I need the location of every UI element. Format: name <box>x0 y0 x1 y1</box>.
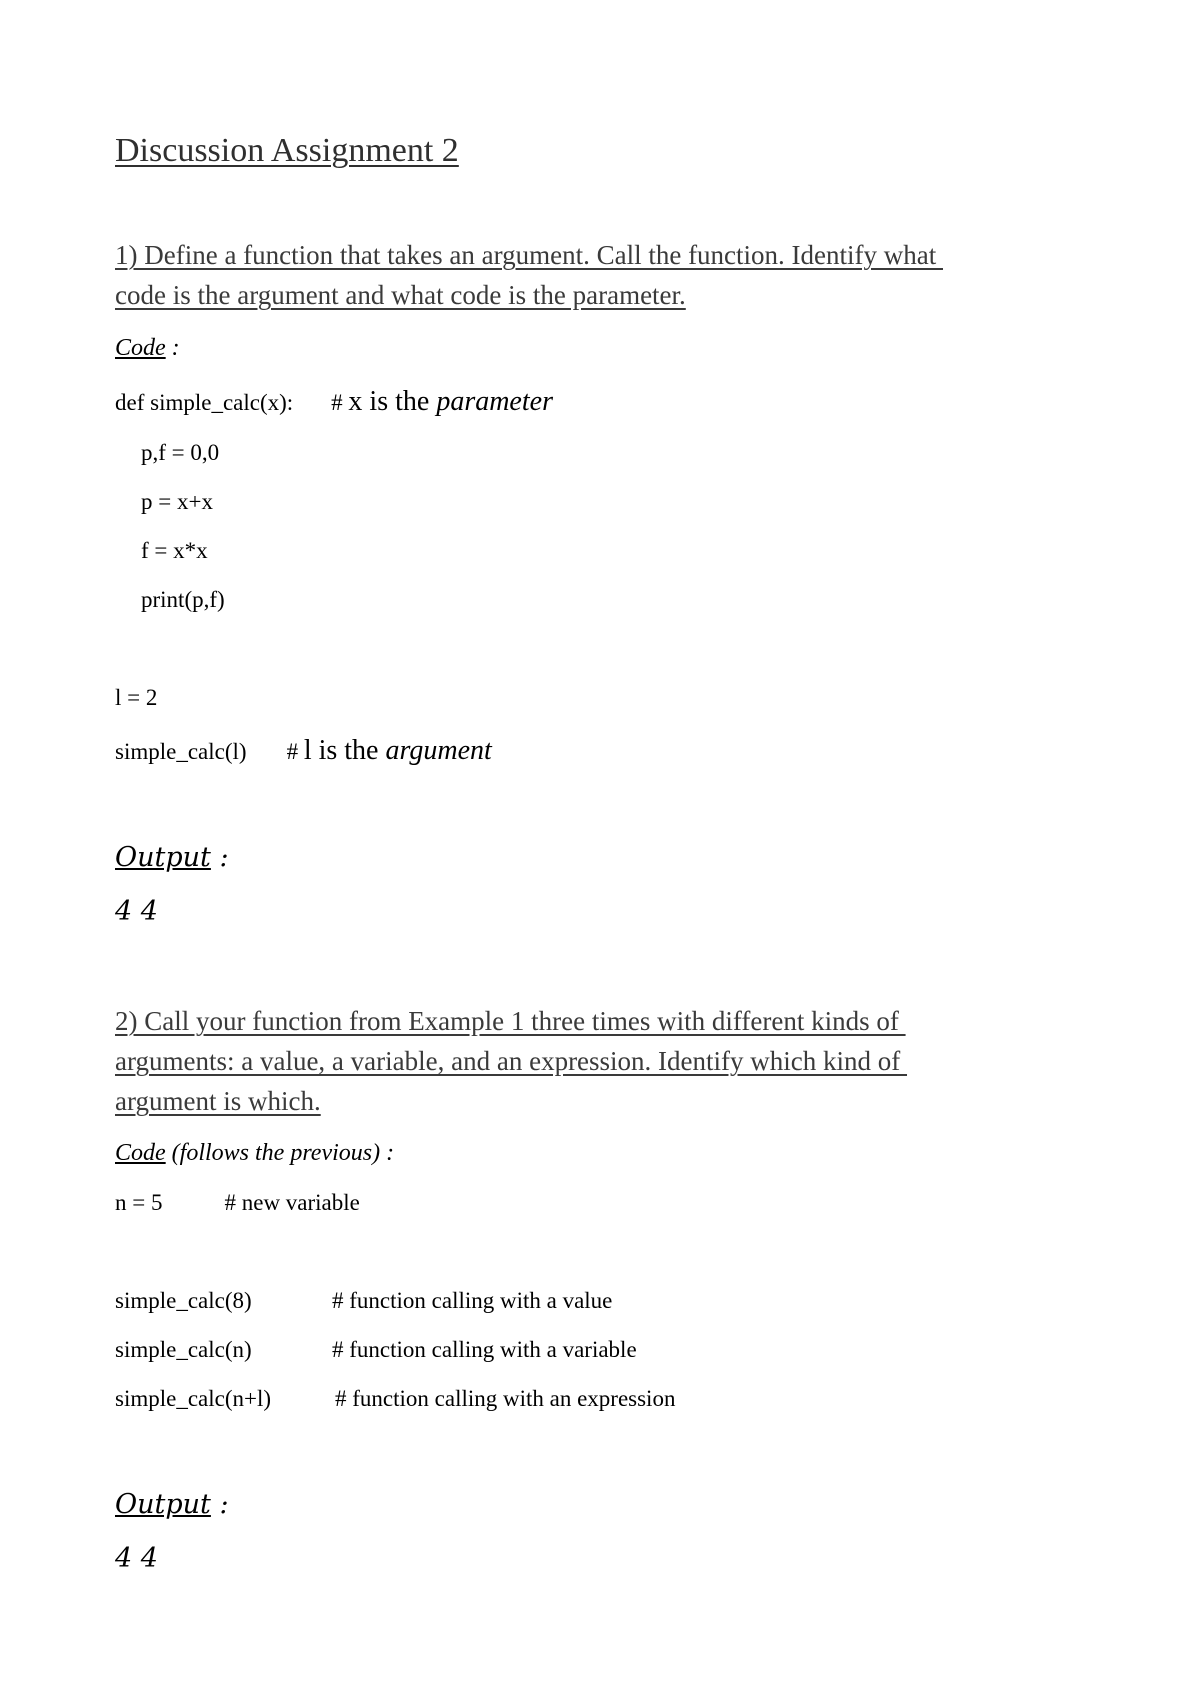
call-comment: # function calling with a variable <box>332 1337 637 1362</box>
output-label-text: Output <box>115 842 211 873</box>
section2-output-label: Output : <box>115 1491 229 1518</box>
code-call-line: simple_calc(n+l) # function calling with … <box>115 1387 675 1410</box>
output-label-suffix: : <box>210 842 229 873</box>
code-body-line: p,f = 0,0 <box>141 440 220 465</box>
comment-emphasis-parameter: parameter <box>436 386 553 417</box>
call-statement: simple_calc(l) <box>115 739 247 764</box>
call-statement: simple_calc(n) <box>115 1337 252 1362</box>
code-body-line: print(p,f) <box>141 587 225 612</box>
comment-text: x is the <box>348 386 437 417</box>
comment-text: l is the <box>303 735 386 766</box>
output-label-suffix: : <box>210 1489 229 1520</box>
code-call-line: simple_calc(l) # l is the argument <box>115 737 492 765</box>
call-statement: simple_calc(8) <box>115 1288 252 1313</box>
code-call-line: simple_calc(8) # function calling with a … <box>115 1289 612 1312</box>
section1-heading-line2: code is the argument and what code is th… <box>115 280 686 310</box>
code-assign-line: l = 2 <box>115 685 158 710</box>
output-label-text: Output <box>115 1489 211 1520</box>
section1-heading-line1: 1) Define a function that takes an argum… <box>115 240 943 270</box>
code-label-suffix: (follows the previous) : <box>165 1140 395 1166</box>
call-comment: # function calling with an expression <box>335 1386 676 1411</box>
code-label-text: Code <box>115 335 166 361</box>
assign-statement: n = 5 <box>115 1190 163 1215</box>
code-call-line: simple_calc(n) # function calling with a … <box>115 1338 637 1361</box>
def-statement: def simple_calc(x): <box>115 390 294 415</box>
code-body-line: p = x+x <box>141 489 213 514</box>
section1-code-label: Code : <box>115 336 180 360</box>
section2-heading-line2: arguments: a value, a variable, and an e… <box>115 1046 908 1076</box>
comment-hash: # <box>286 739 304 764</box>
code-def-line: def simple_calc(x): # x is the parameter <box>115 388 553 416</box>
code-label-text: Code <box>115 1140 166 1166</box>
section2-output-value: 4 4 <box>115 1543 158 1574</box>
comment-emphasis-argument: argument <box>385 735 492 766</box>
section2-code-label: Code (follows the previous) : <box>115 1141 394 1165</box>
section2-heading-line3: argument is which. <box>115 1086 321 1116</box>
code-label-suffix: : <box>165 335 180 361</box>
section1-output-value: 4 4 <box>115 896 158 927</box>
comment-hash: # <box>331 390 349 415</box>
section2-heading-line1: 2) Call your function from Example 1 thr… <box>115 1006 906 1036</box>
section1-output-label: Output : <box>115 844 229 871</box>
code-assign-line: n = 5 # new variable <box>115 1191 360 1214</box>
call-comment: # function calling with a value <box>332 1288 613 1313</box>
assign-comment: # new variable <box>224 1190 360 1215</box>
document-title: Discussion Assignment 2 <box>115 132 459 169</box>
code-body-line: f = x*x <box>141 538 208 563</box>
call-statement: simple_calc(n+l) <box>115 1386 272 1411</box>
